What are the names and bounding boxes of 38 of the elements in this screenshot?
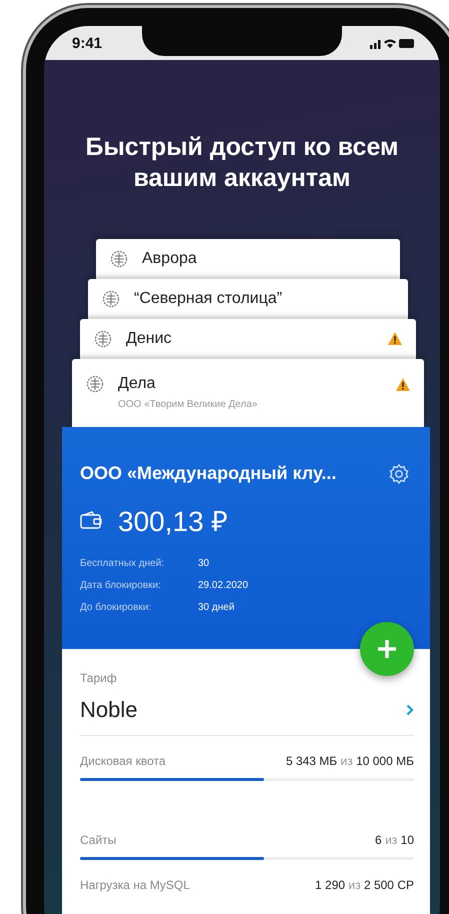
account-name: Дела — [118, 375, 156, 393]
wallet-icon — [80, 510, 102, 528]
globe-icon — [110, 250, 128, 268]
headline: Быстрый доступ ко всем вашим аккаунтам — [84, 132, 400, 194]
globe-icon — [94, 330, 112, 348]
plus-icon — [376, 638, 398, 660]
account-card[interactable]: Денис — [80, 318, 416, 358]
account-name: Денис — [126, 330, 173, 348]
account-card[interactable]: Аврора — [96, 238, 400, 278]
tariff-name: Noble — [80, 696, 138, 722]
settings-icon[interactable] — [388, 462, 410, 484]
detail-label: До блокировки: — [80, 600, 152, 614]
account-subtitle: ООО «Творим Великие Дела» — [118, 399, 258, 410]
status-time: 9:41 — [72, 34, 102, 52]
usage-label: Сайты — [80, 832, 116, 846]
account-title: ООО «Международный клу... — [80, 463, 336, 484]
tariff-row[interactable]: Noble — [80, 684, 414, 736]
detail-label: Бесплатных дней: — [80, 556, 166, 570]
detail-value: 29.02.2020 — [198, 578, 248, 592]
usage-value: 5 343 МБ из 10 000 МБ — [286, 754, 414, 768]
account-name: “Северная столица” — [134, 290, 284, 308]
account-name: Аврора — [142, 250, 198, 268]
balance-amount: 300,13 ₽ — [118, 504, 228, 538]
usage-value: 6 из 10 — [375, 832, 414, 846]
detail-label: Дата блокировки: — [80, 578, 162, 592]
detail-value: 30 дней — [198, 600, 234, 614]
account-card[interactable]: Дела ООО «Творим Великие Дела» — [72, 358, 424, 426]
account-card[interactable]: “Северная столица” — [88, 278, 408, 318]
usage-label: Нагрузка на MySQL — [80, 878, 190, 892]
usage-label: Дисковая квота — [80, 754, 166, 768]
usage-value: 1 290 из 2 500 CP — [315, 878, 414, 892]
tariff-label: Тариф — [80, 670, 118, 684]
globe-icon — [102, 290, 120, 308]
globe-icon — [86, 375, 104, 393]
status-icons — [370, 37, 414, 49]
detail-value: 30 — [198, 556, 210, 570]
add-button[interactable] — [360, 622, 414, 676]
chevron-right-icon — [406, 704, 414, 716]
